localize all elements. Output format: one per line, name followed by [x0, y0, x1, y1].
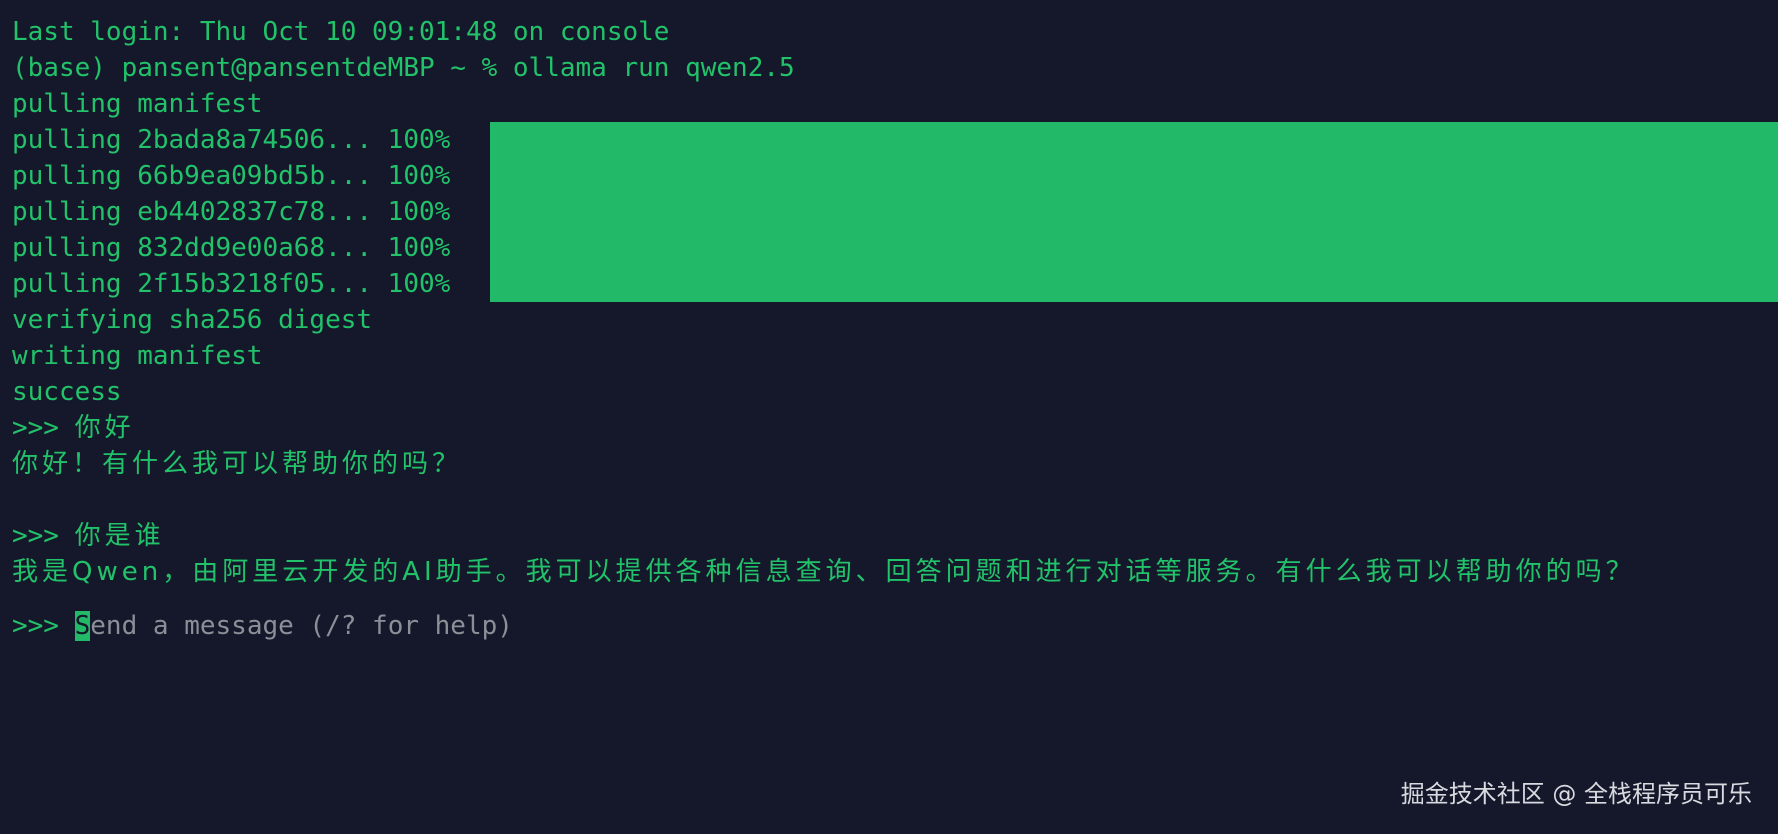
progress-bar — [490, 194, 1778, 230]
input-line[interactable]: >>> Send a message (/? for help) — [12, 608, 1778, 644]
message-input-placeholder[interactable]: end a message (/? for help) — [90, 611, 513, 641]
text-cursor: S — [74, 611, 91, 641]
assistant-reply: 你好！有什么我可以帮助你的吗？ — [12, 449, 463, 479]
progress-bar — [490, 266, 1778, 302]
user-message-line: >>> 你好 — [12, 410, 1778, 446]
command-line: (base) pansent@pansentdeMBP ~ % ollama r… — [12, 53, 795, 83]
progress-bar — [490, 158, 1778, 194]
pull-label: pulling 2f15b3218f05... 100% — [12, 269, 451, 299]
pull-line: pulling eb4402837c78... 100% — [12, 194, 1778, 230]
user-message-line: >>> 你是谁 — [12, 518, 1778, 554]
pull-label: pulling eb4402837c78... 100% — [12, 197, 451, 227]
writing-line: writing manifest — [12, 341, 263, 371]
pull-label: pulling 66b9ea09bd5b... 100% — [12, 161, 451, 191]
pull-line: pulling 832dd9e00a68... 100% — [12, 230, 1778, 266]
pull-label: pulling 832dd9e00a68... 100% — [12, 233, 451, 263]
prompt-symbol: >>> — [12, 521, 75, 551]
terminal-window[interactable]: Last login: Thu Oct 10 09:01:48 on conso… — [0, 0, 1778, 834]
prompt-symbol: >>> — [12, 611, 75, 641]
progress-bar — [490, 122, 1778, 158]
pulling-manifest-line: pulling manifest — [12, 89, 263, 119]
pull-line: pulling 66b9ea09bd5b... 100% — [12, 158, 1778, 194]
pull-line: pulling 2bada8a74506... 100% — [12, 122, 1778, 158]
login-line: Last login: Thu Oct 10 09:01:48 on conso… — [12, 17, 670, 47]
assistant-reply: 我是Qwen，由阿里云开发的AI助手。我可以提供各种信息查询、回答问题和进行对话… — [12, 557, 1636, 587]
prompt-symbol: >>> — [12, 413, 75, 443]
watermark: 掘金技术社区 @ 全栈程序员可乐 — [1400, 780, 1752, 808]
pull-label: pulling 2bada8a74506... 100% — [12, 125, 451, 155]
user-message: 你好 — [74, 413, 135, 443]
pull-line: pulling 2f15b3218f05... 100% — [12, 266, 1778, 302]
verifying-line: verifying sha256 digest — [12, 305, 373, 335]
progress-bar — [490, 230, 1778, 266]
success-line: success — [12, 377, 122, 407]
user-message: 你是谁 — [74, 521, 165, 551]
